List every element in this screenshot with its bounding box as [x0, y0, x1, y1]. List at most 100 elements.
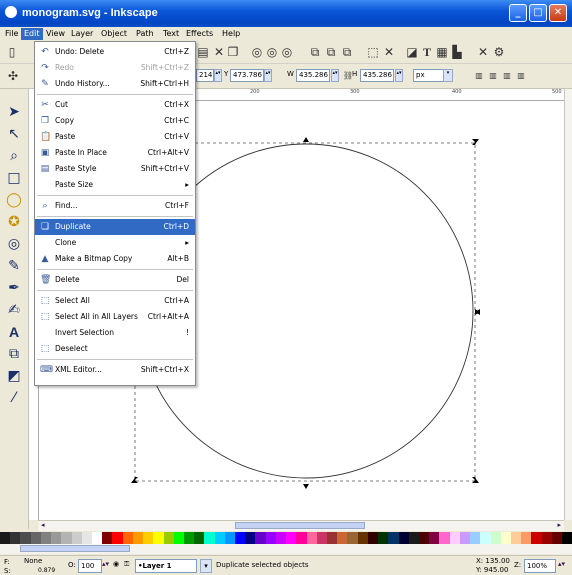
x-field[interactable]: 214 — [196, 69, 214, 82]
text-font-icon[interactable]: T — [420, 45, 434, 59]
palette-scrollbar[interactable] — [0, 544, 572, 554]
move-gradients-icon[interactable]: ▥ — [500, 69, 514, 83]
stroke-width-value[interactable]: 0.879 — [38, 567, 55, 574]
palette-swatch[interactable] — [245, 532, 256, 544]
palette-swatch[interactable] — [30, 532, 41, 544]
preferences-close-icon[interactable]: ✕ — [476, 45, 490, 59]
palette-swatch[interactable] — [551, 532, 563, 544]
menu-layer[interactable]: Layer — [68, 28, 96, 40]
palette-swatch[interactable] — [439, 532, 450, 544]
duplicate-tool-icon[interactable]: ⧉ — [308, 45, 322, 59]
paste-icon[interactable]: ▤ — [196, 45, 210, 59]
menu-item-deselect[interactable]: ⬚ Deselect — [35, 341, 195, 357]
palette-swatch[interactable] — [112, 532, 123, 544]
palette-swatch[interactable] — [337, 532, 348, 544]
palette-swatch[interactable] — [204, 532, 215, 544]
menu-item-undo-delete[interactable]: ↶ Undo: Delete Ctrl+Z — [35, 44, 195, 60]
dropper-tool-icon[interactable]: ⁄ — [5, 389, 23, 407]
menu-object[interactable]: Object — [98, 28, 130, 40]
ungroup-icon[interactable]: ✕ — [382, 45, 396, 59]
palette-swatch[interactable] — [153, 532, 164, 544]
h-spinner[interactable]: ▴▾ — [395, 69, 403, 82]
xml-editor-icon[interactable]: ▦ — [435, 45, 449, 59]
menu-item-xml-editor[interactable]: ⌨ XML Editor... Shift+Ctrl+X — [35, 362, 195, 378]
palette-swatch[interactable] — [235, 532, 246, 544]
palette-swatch[interactable] — [408, 532, 419, 544]
clone-tool-icon[interactable]: ⧉ — [324, 45, 338, 59]
opacity-spinner[interactable]: ▴▾ — [102, 560, 109, 568]
zoom-selection-icon[interactable]: ◎ — [250, 45, 264, 59]
palette-swatch[interactable] — [418, 532, 430, 544]
menu-item-copy[interactable]: ❐ Copy Ctrl+C — [35, 113, 195, 129]
unit-dropdown-arrow[interactable]: ▾ — [443, 69, 453, 82]
scroll-left-arrow[interactable]: ◂ — [41, 521, 45, 529]
menu-item-clone[interactable]: Clone ▸ — [35, 235, 195, 251]
unlink-clone-icon[interactable]: ⧉ — [340, 45, 354, 59]
palette-swatch[interactable] — [71, 532, 82, 544]
palette-swatch[interactable] — [81, 532, 92, 544]
menu-item-make-a-bitmap-copy[interactable]: ▲ Make a Bitmap Copy Alt+B — [35, 251, 195, 267]
palette-swatch[interactable] — [531, 532, 542, 544]
scale-stroke-icon[interactable]: ▥ — [472, 69, 486, 83]
palette-swatch[interactable] — [327, 532, 338, 544]
palette-swatch[interactable] — [20, 532, 31, 544]
palette-swatch[interactable] — [459, 532, 471, 544]
palette-swatch[interactable] — [500, 532, 511, 544]
palette-swatch[interactable] — [398, 532, 409, 544]
menu-item-undo-history[interactable]: ✎ Undo History... Shift+Ctrl+H — [35, 76, 195, 92]
pencil-tool-icon[interactable]: ✎ — [5, 257, 23, 275]
menu-item-paste[interactable]: 📋 Paste Ctrl+V — [35, 129, 195, 145]
layer-select[interactable]: •Layer 1 — [135, 559, 197, 573]
zoom-page-icon[interactable]: ◎ — [280, 45, 294, 59]
palette-swatch[interactable] — [316, 532, 327, 544]
palette-swatch[interactable] — [510, 532, 522, 544]
palette-swatch[interactable] — [449, 532, 460, 544]
group-icon[interactable]: ⬚ — [366, 45, 380, 59]
zoom-field[interactable]: 100% — [524, 559, 556, 573]
palette-swatch[interactable] — [429, 532, 440, 544]
document-properties-icon[interactable]: ⚙ — [492, 45, 506, 59]
palette-swatch[interactable] — [0, 532, 11, 544]
selector-tool-icon[interactable]: ➤ — [5, 103, 23, 121]
calligraphy-tool-icon[interactable]: ✍ — [5, 301, 23, 319]
horizontal-scroll-thumb[interactable] — [235, 522, 365, 529]
menu-item-cut[interactable]: ✂ Cut Ctrl+X — [35, 97, 195, 113]
fill-value[interactable]: None — [24, 557, 42, 565]
menu-item-invert-selection[interactable]: Invert Selection! — [35, 325, 195, 341]
spiral-tool-icon[interactable]: ◎ — [5, 235, 23, 253]
palette-swatch[interactable] — [490, 532, 501, 544]
palette-swatch[interactable] — [265, 532, 276, 544]
palette-swatch[interactable] — [51, 532, 62, 544]
menu-item-paste-size[interactable]: Paste Size ▸ — [35, 177, 195, 193]
vertical-scrollbar[interactable] — [564, 89, 572, 520]
w-field[interactable]: 435.286 — [296, 69, 330, 82]
palette-swatch[interactable] — [286, 532, 297, 544]
scroll-right-arrow[interactable]: ▸ — [557, 521, 561, 529]
palette-swatch[interactable] — [255, 532, 266, 544]
palette-swatch[interactable] — [388, 532, 399, 544]
opacity-field[interactable]: 100 — [78, 559, 102, 573]
palette-swatch[interactable] — [132, 532, 144, 544]
menu-effects[interactable]: Effects — [183, 28, 216, 40]
zoom-tool-icon[interactable]: ⌕ — [5, 147, 23, 165]
h-field[interactable]: 435.286 — [360, 69, 394, 82]
palette-swatch[interactable] — [91, 532, 103, 544]
new-document-icon[interactable]: ▯ — [5, 45, 19, 59]
palette-swatch[interactable] — [10, 532, 21, 544]
menu-view[interactable]: View — [43, 28, 68, 40]
minimize-button[interactable]: _ — [509, 4, 527, 22]
y-field[interactable]: 473.786 — [230, 69, 264, 82]
x-spinner[interactable]: ▴▾ — [214, 69, 222, 82]
palette-swatch[interactable] — [306, 532, 317, 544]
cut-icon[interactable]: ✕ — [212, 45, 226, 59]
palette-swatch[interactable] — [296, 532, 307, 544]
star-tool-icon[interactable]: ✪ — [5, 213, 23, 231]
y-spinner[interactable]: ▴▾ — [264, 69, 272, 82]
palette-swatch[interactable] — [61, 532, 72, 544]
zoom-drawing-icon[interactable]: ◎ — [265, 45, 279, 59]
gradient-tool-icon[interactable]: ◩ — [5, 367, 23, 385]
menu-item-delete[interactable]: 🗑 Delete Del — [35, 272, 195, 288]
layer-dropdown-arrow[interactable]: ▾ — [200, 559, 212, 573]
ellipse-tool-icon[interactable]: ◯ — [5, 191, 23, 209]
palette-swatch[interactable] — [347, 532, 358, 544]
